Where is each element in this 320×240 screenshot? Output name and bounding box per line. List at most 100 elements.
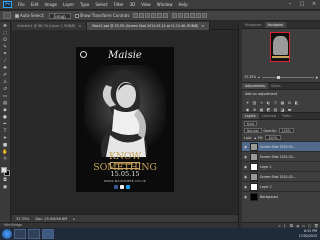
menu-edit[interactable]: Edit bbox=[28, 2, 42, 7]
tab-styles[interactable]: Styles bbox=[268, 83, 284, 89]
navigator-thumbnail[interactable] bbox=[270, 32, 290, 62]
status-menu-arrow-icon[interactable]: ▸ bbox=[73, 217, 75, 221]
fill-field[interactable]: 100% bbox=[265, 135, 281, 140]
menu-image[interactable]: Image bbox=[41, 2, 60, 7]
eye-icon[interactable]: ◉ bbox=[244, 185, 248, 189]
start-button[interactable] bbox=[2, 229, 12, 239]
opacity-field[interactable]: 100% bbox=[278, 128, 294, 133]
menu-file[interactable]: File bbox=[15, 2, 28, 7]
distribute-middle-icon[interactable] bbox=[178, 13, 184, 18]
move-tool-preset-icon[interactable] bbox=[3, 12, 11, 19]
align-bottom-icon[interactable] bbox=[145, 13, 151, 18]
color-swatches[interactable] bbox=[0, 167, 10, 177]
pen-tool-icon[interactable]: ✒ bbox=[1, 122, 9, 128]
eyedropper-tool-icon[interactable]: ⁄ bbox=[1, 59, 9, 65]
zoom-in-icon[interactable]: ▲ bbox=[316, 75, 318, 79]
screen-mode-icon[interactable]: ▣ bbox=[1, 185, 9, 191]
lasso-tool-icon[interactable]: ʘ bbox=[1, 38, 9, 44]
maximize-icon[interactable]: □ bbox=[298, 1, 306, 8]
taskbar-browser-icon[interactable] bbox=[28, 229, 40, 239]
tab-histogram[interactable]: Histogram bbox=[242, 22, 265, 28]
align-left-icon[interactable] bbox=[151, 13, 157, 18]
menu-help[interactable]: Help bbox=[175, 2, 190, 7]
crop-tool-icon[interactable]: ⌗ bbox=[1, 52, 9, 58]
eye-icon[interactable]: ◉ bbox=[244, 155, 248, 159]
path-selection-tool-icon[interactable]: ➤ bbox=[1, 136, 9, 142]
lock-icon[interactable]: 🔒︎ bbox=[254, 136, 256, 140]
tab-navigator[interactable]: Navigator bbox=[264, 22, 287, 28]
blur-tool-icon[interactable]: ◆ bbox=[1, 108, 9, 114]
taskbar-photoshop-icon[interactable] bbox=[42, 229, 54, 239]
distribute-top-icon[interactable] bbox=[172, 13, 178, 18]
menu-type[interactable]: Type bbox=[77, 2, 92, 7]
move-tool-icon[interactable]: ✥ bbox=[1, 24, 9, 30]
align-center-icon[interactable] bbox=[157, 13, 163, 18]
zoom-out-icon[interactable]: ▴ bbox=[258, 75, 260, 79]
distribute-right-icon[interactable] bbox=[202, 13, 208, 18]
auto-select-checkbox[interactable] bbox=[15, 13, 19, 18]
exposure-icon[interactable]: ◐ bbox=[266, 100, 271, 105]
layer-row[interactable]: ◉ Screen Shot 2015-03... bbox=[242, 151, 320, 161]
menu-3d[interactable]: 3D bbox=[127, 2, 139, 7]
levels-icon[interactable]: ▥ bbox=[252, 100, 257, 105]
tab-paths[interactable]: Paths bbox=[279, 113, 294, 119]
healing-brush-tool-icon[interactable]: ✚ bbox=[1, 66, 9, 72]
show-transform-checkbox[interactable] bbox=[74, 13, 79, 18]
type-tool-icon[interactable]: T bbox=[1, 129, 9, 135]
gradient-tool-icon[interactable]: ▤ bbox=[1, 101, 9, 107]
marquee-tool-icon[interactable]: ⬚ bbox=[1, 31, 9, 37]
tab-adjustments[interactable]: Adjustments bbox=[242, 83, 268, 89]
brightness-contrast-icon[interactable]: ☀ bbox=[245, 100, 250, 105]
layer-row[interactable]: ◉ Screen Shot 2015-03... bbox=[242, 171, 320, 181]
auto-select-option[interactable]: Auto-Select: bbox=[15, 13, 45, 18]
eraser-tool-icon[interactable]: ▭ bbox=[1, 94, 9, 100]
distribute-left-icon[interactable] bbox=[190, 13, 196, 18]
layer-row[interactable]: ◉ Background bbox=[242, 191, 320, 201]
layer-row[interactable]: ◉ Layer 2 bbox=[242, 181, 320, 191]
eye-icon[interactable]: ◉ bbox=[244, 165, 248, 169]
foreground-color-swatch[interactable] bbox=[0, 167, 7, 173]
photoshop-logo-icon[interactable]: Ps bbox=[3, 1, 12, 8]
color-balance-icon[interactable]: ⚖ bbox=[287, 100, 292, 105]
eye-icon[interactable]: ◉ bbox=[244, 145, 248, 149]
hand-tool-icon[interactable]: ✋ bbox=[1, 150, 9, 156]
document-tab-untitled[interactable]: Untitled-1 @ 66.7% (Layer 1, RGB/8) × bbox=[12, 22, 88, 30]
vibrance-icon[interactable]: ▽ bbox=[273, 100, 278, 105]
dodge-tool-icon[interactable]: ● bbox=[1, 115, 9, 121]
rectangle-tool-icon[interactable]: ■ bbox=[1, 143, 9, 149]
blend-mode-dropdown[interactable]: Normal bbox=[244, 128, 262, 133]
close-icon[interactable]: × bbox=[310, 1, 318, 8]
align-top-icon[interactable] bbox=[133, 13, 139, 18]
system-tray-clock[interactable]: 8:52 PM 17/05/2015 bbox=[299, 229, 317, 238]
brush-tool-icon[interactable]: ✐ bbox=[1, 73, 9, 79]
zoom-tool-icon[interactable]: ⚲ bbox=[1, 157, 9, 163]
hue-saturation-icon[interactable]: ▦ bbox=[280, 100, 285, 105]
tab-layers[interactable]: Layers bbox=[242, 113, 259, 119]
menu-window[interactable]: Window bbox=[154, 2, 176, 7]
eye-icon[interactable]: ◉ bbox=[244, 195, 248, 199]
close-tab-icon[interactable]: × bbox=[201, 24, 204, 28]
quick-select-tool-icon[interactable]: ✎ bbox=[1, 45, 9, 51]
distribute-center-icon[interactable] bbox=[196, 13, 202, 18]
clone-stamp-tool-icon[interactable]: ♙ bbox=[1, 80, 9, 86]
curves-icon[interactable]: ∿ bbox=[259, 100, 264, 105]
poster-canvas[interactable]: Maisie KNOW SOMETHING Studio Session 15.… bbox=[76, 47, 174, 192]
document-tab-mock7[interactable]: Mock7.psd @ 33.3% (Screen Shot 2015-03-1… bbox=[87, 22, 210, 30]
history-brush-tool-icon[interactable]: ↺ bbox=[1, 87, 9, 93]
align-right-icon[interactable] bbox=[163, 13, 169, 18]
auto-select-dropdown[interactable]: Group bbox=[48, 12, 71, 19]
align-middle-icon[interactable] bbox=[139, 13, 145, 18]
black-white-icon[interactable]: ◧ bbox=[294, 100, 299, 105]
zoom-level[interactable]: 33.33% bbox=[16, 217, 29, 221]
navigator-zoom-slider[interactable] bbox=[261, 75, 314, 79]
taskbar-explorer-icon[interactable] bbox=[14, 229, 26, 239]
show-transform-option[interactable]: Show Transform Controls bbox=[74, 13, 129, 18]
quick-mask-icon[interactable]: ◘ bbox=[1, 178, 9, 184]
menu-view[interactable]: View bbox=[138, 2, 154, 7]
close-tab-icon[interactable]: × bbox=[79, 24, 82, 28]
navigator-zoom-value[interactable]: 33.33% bbox=[244, 75, 256, 79]
menu-select[interactable]: Select bbox=[92, 2, 110, 7]
minimize-icon[interactable]: – bbox=[286, 1, 294, 8]
layer-row[interactable]: ◉ Layer 1 bbox=[242, 161, 320, 171]
layer-kind-filter[interactable]: Kind bbox=[244, 121, 258, 126]
